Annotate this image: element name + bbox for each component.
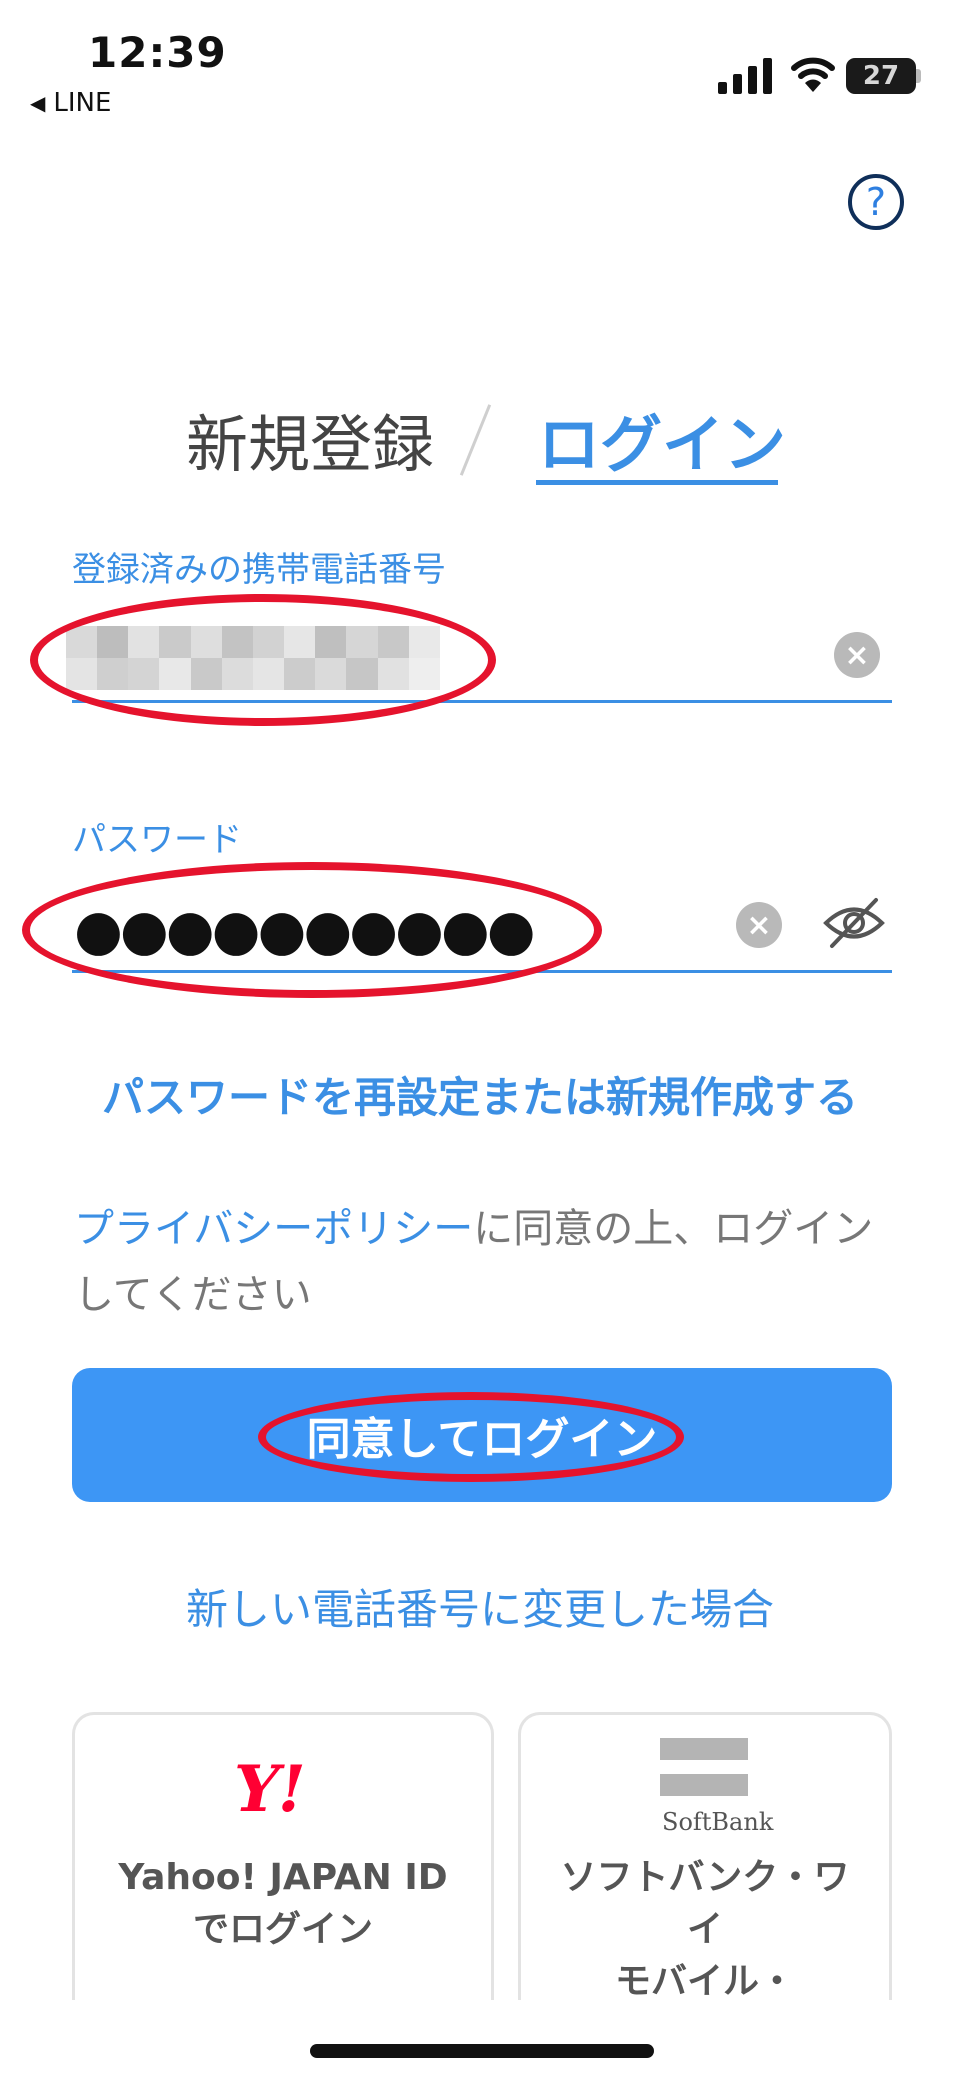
back-triangle-icon: ◀	[30, 91, 46, 115]
battery-icon: 27	[846, 58, 916, 94]
tab-login-active-indicator	[536, 480, 778, 485]
tab-register[interactable]: 新規登録	[186, 394, 434, 484]
wifi-icon	[791, 57, 835, 92]
yahoo-logo: Y!	[234, 1752, 306, 1827]
tab-divider	[459, 404, 492, 476]
softbank-card-line1: ソフトバンク・ワ	[560, 1857, 850, 1898]
yahoo-card-text: Yahoo! JAPAN ID でログイン	[72, 1852, 494, 1956]
back-app-label: LINE	[53, 88, 112, 118]
softbank-card-line2: イ	[686, 1909, 723, 1950]
battery-level: 27	[862, 61, 900, 91]
softbank-logo-bar-top	[660, 1738, 748, 1760]
changed-phone-number-link[interactable]: 新しい電話番号に変更した場合	[0, 1576, 960, 1637]
annotation-circle-login-button	[258, 1392, 684, 1482]
password-clear-button[interactable]: ×	[736, 902, 782, 948]
privacy-policy-link[interactable]: プライバシーポリシー	[74, 1206, 473, 1252]
back-to-app-link[interactable]: ◀ LINE	[30, 88, 111, 118]
softbank-logo: SoftBank	[662, 1808, 774, 1836]
yahoo-card-line2: でログイン	[192, 1909, 373, 1950]
cellular-signal-icon	[718, 58, 772, 94]
phone-field-label: 登録済みの携帯電話番号	[72, 550, 446, 590]
status-time: 12:39	[88, 28, 227, 77]
softbank-logo-bar-bottom	[660, 1774, 748, 1796]
softbank-card-text: ソフトバンク・ワ イ モバイル・	[518, 1852, 892, 2008]
eye-slash-icon[interactable]	[822, 896, 886, 950]
tab-login[interactable]: ログイン	[538, 394, 786, 484]
yahoo-card-line1: Yahoo! JAPAN ID	[118, 1857, 448, 1898]
phone-clear-button[interactable]: ×	[834, 632, 880, 678]
reset-password-link[interactable]: パスワードを再設定または新規作成する	[0, 1064, 960, 1125]
password-field-label: パスワード	[72, 820, 242, 860]
bottom-safe-area	[0, 2000, 960, 2079]
battery-tip	[916, 69, 921, 83]
help-icon[interactable]: ?	[848, 174, 904, 230]
annotation-circle-password	[22, 862, 602, 998]
home-indicator	[310, 2044, 654, 2058]
policy-text: プライバシーポリシーに同意の上、ログインしてください	[74, 1196, 894, 1328]
annotation-circle-phone	[30, 594, 496, 726]
